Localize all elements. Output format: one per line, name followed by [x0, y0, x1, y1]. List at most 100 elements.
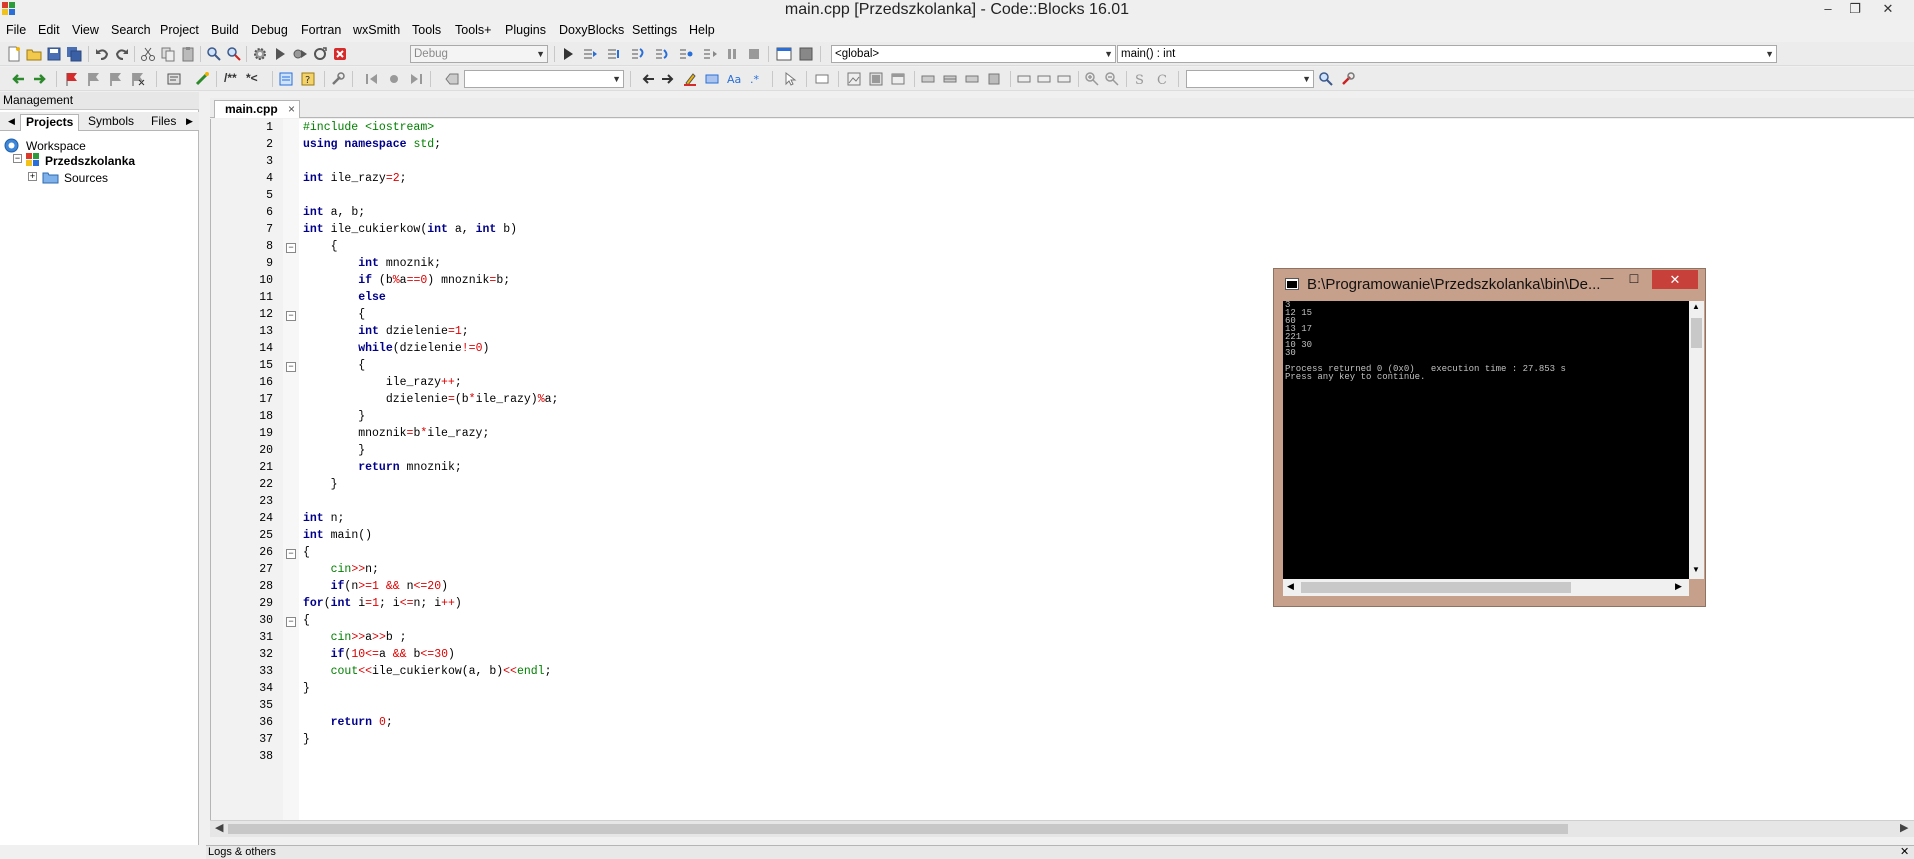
fold-toggle[interactable]: − — [286, 617, 296, 627]
editor-tab-main-cpp[interactable]: main.cpp × — [214, 100, 300, 118]
break-debugger-icon[interactable] — [724, 46, 740, 62]
menu-debug[interactable]: Debug — [251, 23, 288, 37]
cut-icon[interactable] — [140, 46, 156, 62]
expand-sources-toggle[interactable]: + — [28, 172, 37, 181]
minimize-button[interactable]: – — [1816, 0, 1840, 18]
fold-toggle[interactable]: − — [286, 311, 296, 321]
search-next-icon[interactable] — [660, 71, 676, 87]
fold-toggle[interactable]: − — [286, 243, 296, 253]
run-to-cursor-icon[interactable] — [582, 46, 598, 62]
console-title-bar[interactable]: B:\Programowanie\Przedszkolanka\bin\De..… — [1274, 269, 1705, 299]
function-select[interactable]: main() : int ▼ — [1117, 45, 1777, 63]
scroll-right-icon[interactable]: ▶ — [1675, 581, 1682, 592]
align-bottom-icon[interactable] — [964, 71, 980, 87]
menu-doxyblocks[interactable]: DoxyBlocks — [559, 23, 624, 37]
code-line[interactable]: { — [303, 614, 310, 627]
save-icon[interactable] — [46, 46, 62, 62]
select-pointer-icon[interactable] — [782, 71, 798, 87]
search-prev-icon[interactable] — [640, 71, 656, 87]
align-top-icon[interactable] — [920, 71, 936, 87]
code-line[interactable]: cin>>n; — [303, 563, 379, 576]
tab-symbols[interactable]: Symbols — [83, 114, 139, 131]
code-line[interactable]: } — [303, 733, 310, 746]
symbol-search-icon[interactable] — [1318, 71, 1334, 87]
stop-debugger-icon[interactable] — [746, 46, 762, 62]
next-instruction-icon[interactable] — [678, 46, 694, 62]
fold-toggle[interactable]: − — [286, 549, 296, 559]
code-line[interactable]: cout<<ile_cukierkow(a, b)<<endl; — [303, 665, 552, 678]
debugging-windows-icon[interactable] — [776, 46, 792, 62]
code-completion-icon[interactable] — [166, 71, 182, 87]
code-line[interactable]: int mnoznik; — [303, 257, 441, 270]
tree-project[interactable]: Przedszkolanka — [45, 154, 135, 168]
scroll-left-icon[interactable]: ◀ — [1287, 581, 1294, 592]
code-line[interactable]: { — [303, 240, 338, 253]
redo-icon[interactable] — [114, 46, 130, 62]
menu-help[interactable]: Help — [689, 23, 715, 37]
menu-search[interactable]: Search — [111, 23, 151, 37]
abort-icon[interactable] — [332, 46, 348, 62]
logs-panel-title[interactable]: Logs & others ✕ — [206, 845, 1914, 859]
next-bookmark-icon[interactable] — [108, 71, 124, 87]
image-shape-icon[interactable] — [846, 71, 862, 87]
highlight-icon[interactable] — [682, 71, 698, 87]
collapse-project-toggle[interactable]: − — [13, 154, 22, 163]
tree-sources[interactable]: Sources — [64, 171, 108, 185]
next-line-icon[interactable] — [606, 46, 622, 62]
build-gear-icon[interactable] — [252, 46, 268, 62]
editor-horizontal-scrollbar[interactable]: ◀ ▶ — [210, 820, 1914, 837]
code-line[interactable]: { — [303, 359, 365, 372]
code-line[interactable]: { — [303, 546, 310, 559]
code-line[interactable]: dzielenie=(b*ile_razy)%a; — [303, 393, 559, 406]
code-line[interactable]: int n; — [303, 512, 344, 525]
code-line[interactable]: while(dzielenie!=0) — [303, 342, 489, 355]
menu-fortran[interactable]: Fortran — [301, 23, 341, 37]
menu-view[interactable]: View — [72, 23, 99, 37]
restore-button[interactable]: ❐ — [1843, 0, 1867, 18]
save-all-icon[interactable] — [66, 46, 82, 62]
first-match-icon[interactable] — [364, 71, 380, 87]
code-line[interactable]: int ile_cukierkow(int a, int b) — [303, 223, 517, 236]
doxy-line-comment-button[interactable]: *< — [246, 71, 258, 85]
tab-scroll-right-icon[interactable]: ▶ — [181, 114, 198, 131]
record-icon[interactable] — [386, 71, 402, 87]
code-line[interactable]: else — [303, 291, 386, 304]
fit-icon[interactable] — [986, 71, 1002, 87]
close-button[interactable]: ✕ — [1876, 0, 1900, 18]
layout-one-icon[interactable] — [1016, 71, 1032, 87]
zoom-in-icon[interactable] — [1084, 71, 1100, 87]
layout-two-icon[interactable] — [1036, 71, 1052, 87]
clear-bookmarks-icon[interactable] — [130, 71, 146, 87]
menu-settings[interactable]: Settings — [632, 23, 677, 37]
code-line[interactable]: int main() — [303, 529, 372, 542]
tree-workspace[interactable]: Workspace — [26, 139, 86, 153]
chm-help-icon[interactable]: ? — [300, 71, 316, 87]
new-file-icon[interactable] — [6, 46, 22, 62]
menu-edit[interactable]: Edit — [38, 23, 60, 37]
comment-block-icon[interactable] — [814, 71, 830, 87]
build-target-select[interactable]: Debug ▼ — [410, 45, 548, 63]
code-line[interactable]: return 0; — [303, 716, 393, 729]
copy-icon[interactable] — [160, 46, 176, 62]
scrollbar-thumb[interactable] — [1691, 318, 1702, 348]
tab-projects[interactable]: Projects — [20, 114, 80, 131]
console-vertical-scrollbar[interactable]: ▲ ▼ — [1689, 301, 1704, 579]
code-line[interactable]: } — [303, 478, 338, 491]
code-line[interactable]: #include <iostream> — [303, 121, 434, 134]
console-minimize-button[interactable]: — — [1594, 270, 1620, 289]
jump-back-icon[interactable] — [10, 71, 26, 87]
paste-icon[interactable] — [180, 46, 196, 62]
clear-search-icon[interactable] — [444, 71, 460, 87]
code-line[interactable]: for(int i=1; i<=n; i++) — [303, 597, 462, 610]
scope-select[interactable]: <global> ▼ — [831, 45, 1116, 63]
scroll-left-icon[interactable]: ◀ — [215, 821, 223, 834]
style-c-icon[interactable]: C — [1154, 71, 1170, 87]
debug-start-icon[interactable] — [560, 46, 576, 62]
code-line[interactable]: { — [303, 308, 365, 321]
dialog-shape-icon[interactable] — [890, 71, 906, 87]
undo-icon[interactable] — [94, 46, 110, 62]
code-line[interactable]: int ile_razy=2; — [303, 172, 407, 185]
code-line[interactable]: if(10<=a && b<=30) — [303, 648, 455, 661]
code-line[interactable]: int a, b; — [303, 206, 365, 219]
scrollbar-thumb[interactable] — [1301, 582, 1571, 593]
